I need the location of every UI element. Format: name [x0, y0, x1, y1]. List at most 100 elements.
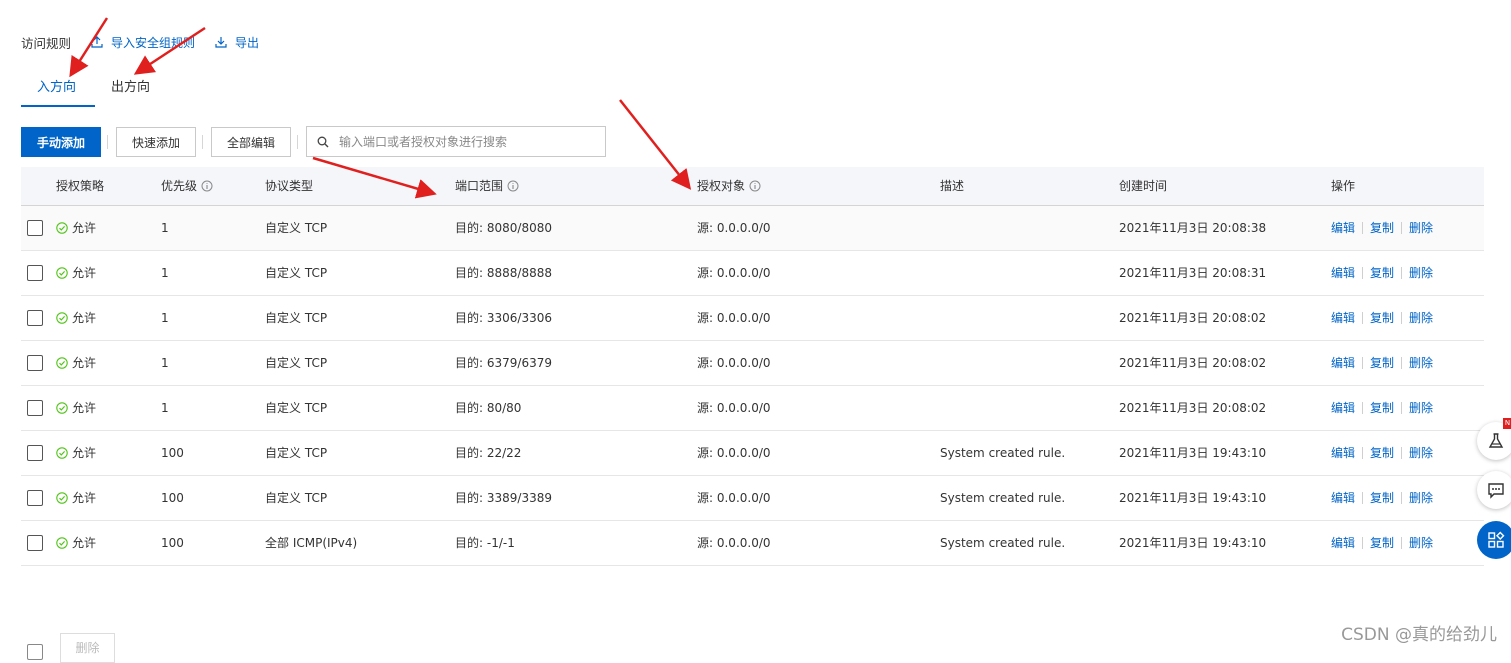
check-circle-icon — [56, 492, 68, 504]
copy-link[interactable]: 复制 — [1370, 206, 1394, 250]
source-cell: 源: 0.0.0.0/0 — [697, 401, 771, 415]
edit-link[interactable]: 编辑 — [1331, 251, 1355, 295]
policy-label: 允许 — [72, 221, 97, 235]
upload-icon — [91, 36, 103, 48]
delete-link[interactable]: 删除 — [1409, 521, 1433, 565]
feedback-button[interactable] — [1477, 471, 1511, 509]
search-icon — [317, 136, 329, 147]
action-divider — [1401, 492, 1403, 504]
row-checkbox[interactable] — [27, 535, 43, 551]
delete-link[interactable]: 删除 — [1409, 341, 1433, 385]
policy-cell: 允许 — [56, 206, 96, 250]
quick-add-button[interactable]: 快速添加 — [116, 127, 196, 157]
col-priority-label: 优先级 — [161, 179, 198, 193]
description-cell: System created rule. — [940, 536, 1066, 550]
port-range-cell: 目的: 8080/8080 — [455, 221, 552, 235]
created-time-cell: 2021年11月3日 19:43:10 — [1119, 446, 1267, 460]
action-divider — [1401, 402, 1403, 414]
edit-link[interactable]: 编辑 — [1331, 521, 1355, 565]
table-row: 允许 100 自定义 TCP 目的: 22/22 源: 0.0.0.0/0 Sy… — [21, 431, 1484, 476]
check-circle-icon — [56, 267, 68, 279]
edit-link[interactable]: 编辑 — [1331, 341, 1355, 385]
copy-link[interactable]: 复制 — [1370, 476, 1394, 520]
row-checkbox[interactable] — [27, 220, 43, 236]
description-cell: System created rule. — [940, 491, 1066, 505]
actions-cell: 编辑 复制 删除 — [1331, 476, 1433, 520]
delete-link[interactable]: 删除 — [1409, 296, 1433, 340]
row-checkbox[interactable] — [27, 265, 43, 281]
toolbar-divider — [202, 135, 203, 149]
created-time-cell: 2021年11月3日 20:08:02 — [1119, 356, 1267, 370]
edit-link[interactable]: 编辑 — [1331, 476, 1355, 520]
action-divider — [1401, 267, 1403, 279]
edit-link[interactable]: 编辑 — [1331, 386, 1355, 430]
priority-cell: 100 — [161, 491, 184, 505]
copy-link[interactable]: 复制 — [1370, 341, 1394, 385]
copy-link[interactable]: 复制 — [1370, 251, 1394, 295]
row-checkbox[interactable] — [27, 445, 43, 461]
policy-cell: 允许 — [56, 386, 96, 430]
col-actions: 操作 — [1331, 179, 1356, 193]
protocol-cell: 自定义 TCP — [265, 491, 328, 505]
row-checkbox[interactable] — [27, 400, 43, 416]
delete-link[interactable]: 删除 — [1409, 251, 1433, 295]
delete-link[interactable]: 删除 — [1409, 431, 1433, 475]
select-all-checkbox[interactable] — [27, 644, 43, 660]
action-divider — [1362, 447, 1364, 459]
copy-link[interactable]: 复制 — [1370, 431, 1394, 475]
copy-link[interactable]: 复制 — [1370, 521, 1394, 565]
delete-link[interactable]: 删除 — [1409, 206, 1433, 250]
check-circle-icon — [56, 222, 68, 234]
action-divider — [1401, 357, 1403, 369]
export-label: 导出 — [235, 35, 260, 50]
action-divider — [1401, 537, 1403, 549]
col-priority: 优先级 — [161, 167, 213, 205]
protocol-cell: 自定义 TCP — [265, 401, 328, 415]
priority-cell: 1 — [161, 311, 169, 325]
priority-cell: 1 — [161, 356, 169, 370]
flask-icon — [1488, 433, 1504, 448]
edit-link[interactable]: 编辑 — [1331, 296, 1355, 340]
edit-link[interactable]: 编辑 — [1331, 206, 1355, 250]
actions-cell: 编辑 复制 删除 — [1331, 386, 1433, 430]
watermark: CSDN @真的给劲儿 — [1341, 625, 1497, 645]
action-divider — [1401, 222, 1403, 234]
info-icon[interactable] — [507, 180, 519, 192]
info-icon[interactable] — [749, 180, 761, 192]
bulk-delete-button[interactable]: 删除 — [60, 633, 115, 663]
delete-link[interactable]: 删除 — [1409, 386, 1433, 430]
manual-add-button[interactable]: 手动添加 — [21, 127, 101, 157]
priority-cell: 1 — [161, 266, 169, 280]
policy-label: 允许 — [72, 311, 97, 325]
table-row: 允许 1 自定义 TCP 目的: 3306/3306 源: 0.0.0.0/0 … — [21, 296, 1484, 341]
apps-button[interactable] — [1477, 521, 1511, 559]
info-icon[interactable] — [201, 180, 213, 192]
copy-link[interactable]: 复制 — [1370, 296, 1394, 340]
edit-all-button[interactable]: 全部编辑 — [211, 127, 291, 157]
col-policy: 授权策略 — [56, 179, 105, 193]
tab-outbound[interactable]: 出方向 — [111, 76, 150, 108]
copy-link[interactable]: 复制 — [1370, 386, 1394, 430]
table-row: 允许 1 自定义 TCP 目的: 8080/8080 源: 0.0.0.0/0 … — [21, 206, 1484, 251]
policy-label: 允许 — [72, 446, 97, 460]
search-input[interactable] — [337, 133, 591, 150]
access-rules-header: 访问规则 导入安全组规则 导出 — [21, 33, 259, 51]
export-link[interactable]: 导出 — [215, 34, 259, 51]
import-rules-link[interactable]: 导入安全组规则 — [91, 34, 195, 51]
edit-link[interactable]: 编辑 — [1331, 431, 1355, 475]
action-divider — [1362, 492, 1364, 504]
table-body: 允许 1 自定义 TCP 目的: 8080/8080 源: 0.0.0.0/0 … — [21, 206, 1484, 566]
action-divider — [1362, 312, 1364, 324]
delete-link[interactable]: 删除 — [1409, 476, 1433, 520]
tab-inbound[interactable]: 入方向 — [37, 76, 76, 108]
priority-cell: 1 — [161, 221, 169, 235]
policy-cell: 允许 — [56, 296, 96, 340]
table-row: 允许 1 自定义 TCP 目的: 8888/8888 源: 0.0.0.0/0 … — [21, 251, 1484, 296]
row-checkbox[interactable] — [27, 355, 43, 371]
port-range-cell: 目的: -1/-1 — [455, 536, 515, 550]
row-checkbox[interactable] — [27, 310, 43, 326]
row-checkbox[interactable] — [27, 490, 43, 506]
source-cell: 源: 0.0.0.0/0 — [697, 266, 771, 280]
search-box[interactable] — [306, 126, 606, 157]
table-header: 授权策略 优先级 协议类型 端口范围 授权对象 描述 创建时间 操作 — [21, 167, 1484, 206]
